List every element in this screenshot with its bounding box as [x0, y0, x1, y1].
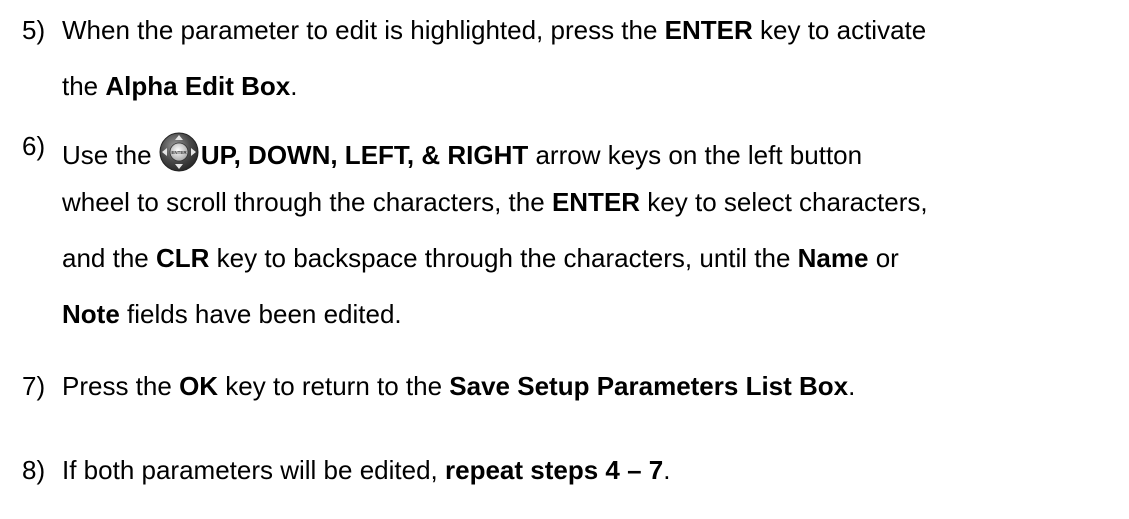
step-line: Press the OK key to return to the Save S… [62, 372, 855, 400]
bold-text: Alpha Edit Box [105, 71, 291, 101]
text: key to backspace through the characters,… [209, 243, 798, 273]
wheel-center-label: ENTER [171, 150, 187, 155]
bold-text: repeat steps 4 – 7 [444, 455, 664, 485]
step-line: When the parameter to edit is highlighte… [62, 16, 926, 44]
bold-text: CLR [155, 243, 210, 273]
bold-text: ENTER [664, 15, 753, 45]
step-line: If both parameters will be edited, repea… [62, 456, 670, 484]
bold-text: ENTER [551, 187, 641, 217]
text: . [848, 371, 856, 401]
step-line: Note fields have been edited. [62, 300, 402, 328]
button-wheel-icon: ENTER [159, 132, 199, 172]
step-line: wheel to scroll through the characters, … [62, 188, 928, 216]
bold-text: OK [179, 371, 219, 401]
bold-text: UP, DOWN, LEFT, & RIGHT [200, 140, 529, 170]
text: or [868, 243, 899, 273]
text: wheel to scroll through the characters, … [62, 187, 552, 217]
text: key to return to the [218, 371, 450, 401]
bold-text: Name [797, 243, 869, 273]
text: If both parameters will be edited, [62, 455, 445, 485]
bold-text: Note [62, 299, 120, 329]
step-number: 6) [22, 131, 46, 161]
text: Use the [62, 140, 159, 170]
text: fields have been edited. [119, 299, 402, 329]
step-number: 5) [22, 15, 46, 45]
step-number: 7) [22, 371, 46, 401]
text: arrow keys on the left button [528, 140, 863, 170]
text: key to select characters, [640, 187, 928, 217]
step-line: Use the ENTER UP, DOWN, LEFT, & RIGHT ar… [62, 132, 862, 172]
text: and the [62, 243, 156, 273]
text: . [290, 71, 298, 101]
bold-text: Save Setup Parameters List Box [449, 371, 849, 401]
text: When the parameter to edit is highlighte… [62, 15, 665, 45]
text: . [663, 455, 671, 485]
instruction-page: 5) When the parameter to edit is highlig… [0, 0, 1129, 519]
step-line: the Alpha Edit Box. [62, 72, 298, 100]
text: key to activate [752, 15, 927, 45]
text: the [62, 71, 106, 101]
text: Press the [62, 371, 180, 401]
step-line: and the CLR key to backspace through the… [62, 244, 899, 272]
step-number: 8) [22, 455, 46, 485]
